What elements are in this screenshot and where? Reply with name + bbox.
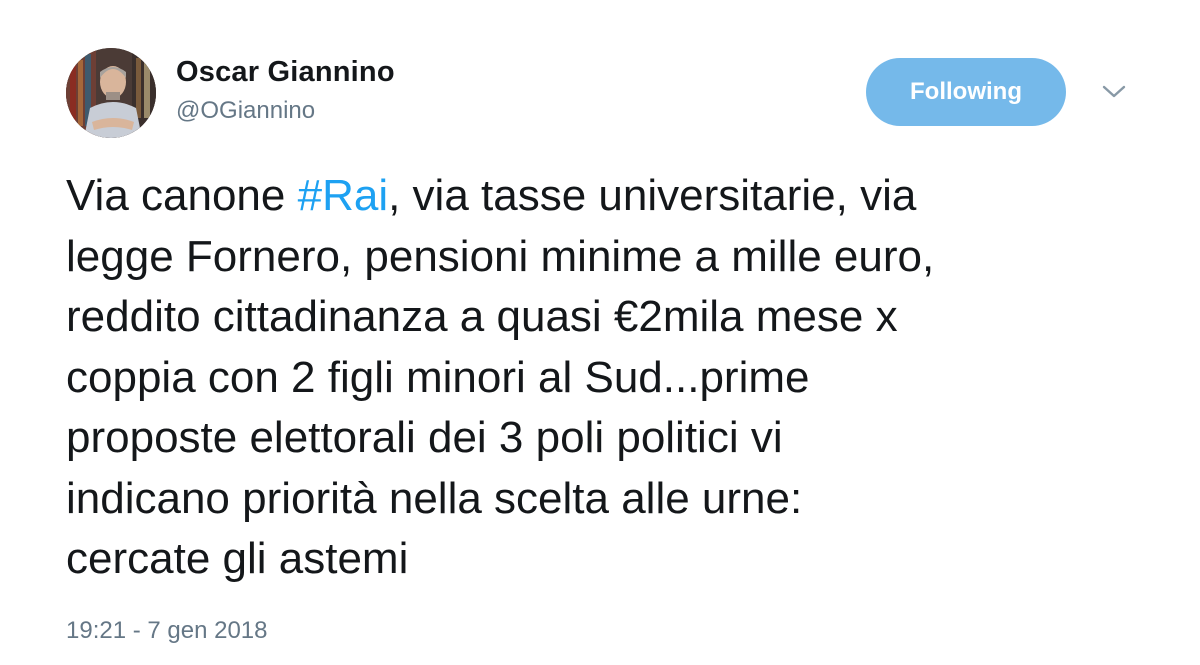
tweet-text-segment: , via tasse universitarie, via: [388, 171, 917, 220]
tweet-line: indicano priorità nella scelta alle urne…: [66, 473, 803, 523]
avatar[interactable]: [66, 48, 156, 138]
tweet-timestamp[interactable]: 19:21 - 7 gen 2018: [66, 616, 268, 646]
hashtag-link[interactable]: #Rai: [298, 171, 389, 220]
tweet-text-segment: Via canone: [66, 171, 298, 220]
tweet-line: Via canone #Rai, via tasse universitarie…: [66, 166, 1176, 227]
author-handle[interactable]: @OGiannino: [176, 96, 395, 126]
tweet-text: Via canone #Rai, via tasse universitarie…: [66, 166, 1176, 590]
tweet-line: reddito cittadinanza a quasi €2mila mese…: [66, 292, 898, 341]
chevron-down-icon[interactable]: [1097, 78, 1131, 104]
author-block: Oscar Giannino @OGiannino: [176, 54, 395, 126]
tweet-line: proposte elettorali dei 3 poli politici …: [66, 413, 783, 462]
following-button[interactable]: Following: [866, 58, 1066, 126]
tweet-line: cercate gli astemi: [66, 534, 409, 583]
author-name[interactable]: Oscar Giannino: [176, 54, 395, 90]
tweet-card: Oscar Giannino @OGiannino Following Via …: [0, 0, 1200, 665]
avatar-image: [66, 48, 156, 138]
tweet-line: coppia con 2 figli minori al Sud...prime: [66, 352, 810, 402]
tweet-line: legge Fornero, pensioni minime a mille e…: [66, 231, 935, 281]
